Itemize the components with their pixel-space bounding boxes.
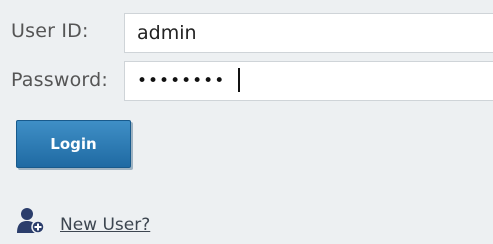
login-button[interactable]: Login <box>16 120 131 168</box>
add-user-icon[interactable] <box>16 207 46 235</box>
user-id-input[interactable] <box>124 13 493 53</box>
user-id-label: User ID: <box>11 20 89 42</box>
text-caret <box>238 68 240 92</box>
password-label: Password: <box>11 69 108 91</box>
new-user-row: New User? <box>16 207 150 235</box>
new-user-link[interactable]: New User? <box>60 215 150 235</box>
password-input[interactable] <box>124 61 493 101</box>
